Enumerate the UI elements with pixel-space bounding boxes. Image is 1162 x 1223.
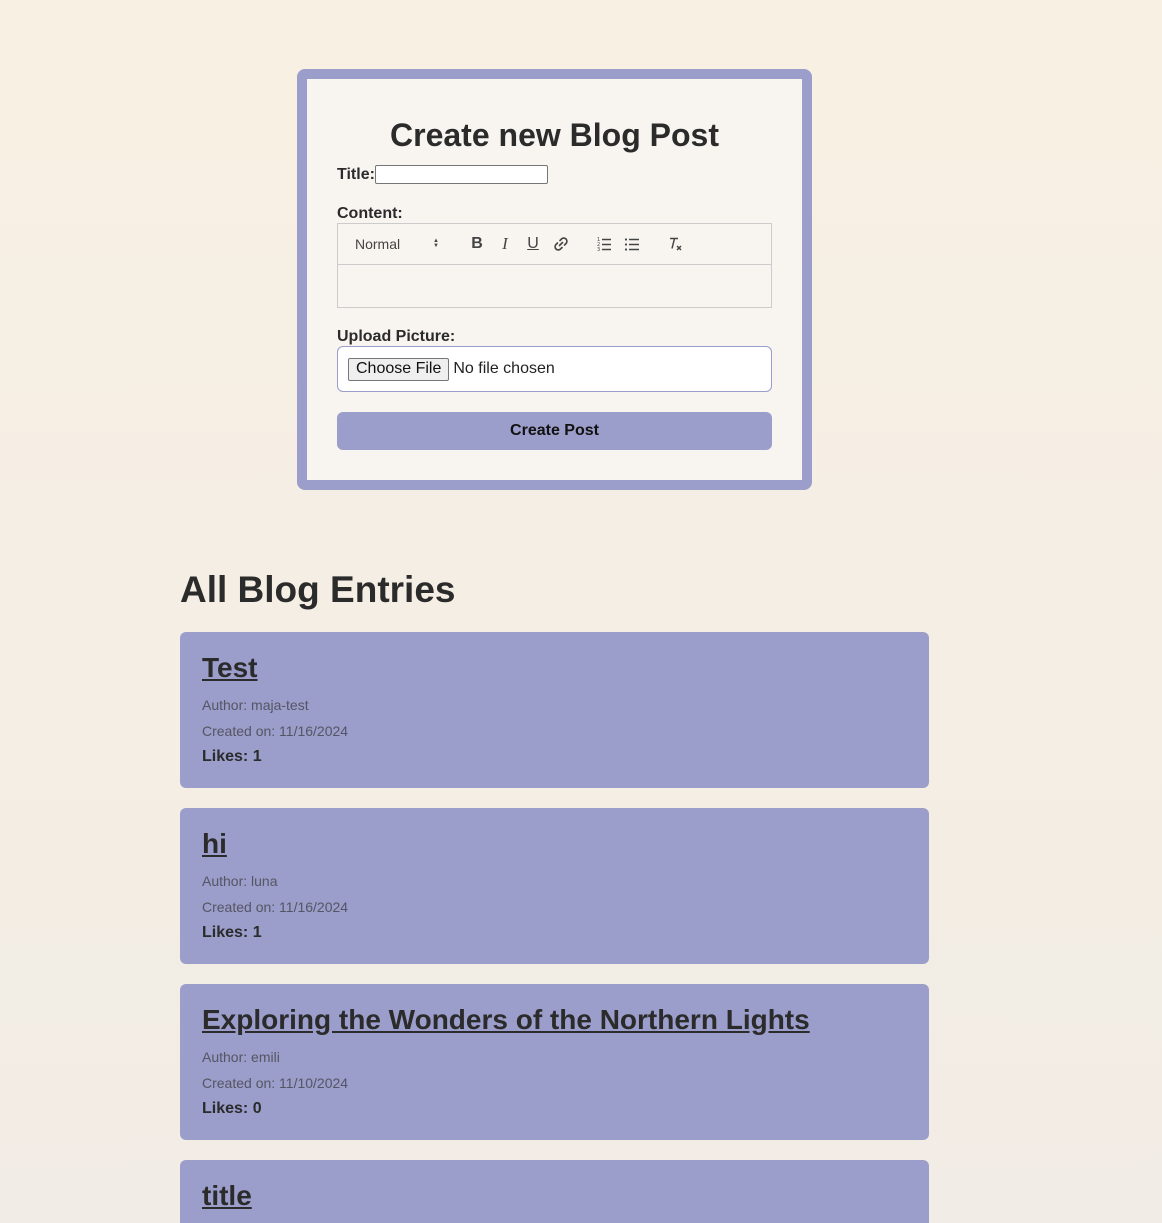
entry-created-date: Created on: 11/16/2024 [202, 899, 349, 915]
upload-label: Upload Picture: [337, 328, 456, 345]
entry-likes: Likes: 1 [202, 924, 262, 941]
underline-icon: U [527, 235, 539, 252]
title-row: Title: [337, 165, 548, 184]
underline-button[interactable]: U [519, 232, 547, 256]
format-select[interactable]: Normal ▲ ▼ [355, 236, 448, 252]
title-input[interactable] [374, 165, 548, 184]
entry-author: Author: maja-test [202, 697, 309, 713]
ordered-list-button[interactable]: 1 2 3 [590, 232, 618, 256]
choose-file-button[interactable]: Choose File [348, 357, 450, 381]
entry-likes: Likes: 0 [202, 1100, 262, 1117]
content-label: Content: [337, 205, 403, 222]
italic-button[interactable]: I [491, 232, 519, 256]
entry-title-link[interactable]: Exploring the Wonders of the Northern Li… [202, 1004, 810, 1036]
clear-format-button[interactable] [661, 232, 689, 256]
format-select-value: Normal [355, 236, 401, 252]
italic-icon: I [502, 234, 508, 253]
bold-icon: B [471, 235, 483, 252]
content-editor-area[interactable] [338, 265, 771, 307]
blog-entry-card: title [180, 1160, 929, 1223]
file-status-text: No file chosen [453, 360, 555, 377]
clear-format-icon [670, 237, 682, 251]
svg-text:3: 3 [597, 247, 600, 252]
form-heading: Create new Blog Post [390, 117, 719, 153]
bullet-list-icon [624, 238, 639, 251]
create-post-form: Create new Blog Post Title: Content: Nor… [297, 69, 812, 490]
blog-entry-card: Test Author: maja-test Created on: 11/16… [180, 632, 929, 788]
rich-text-editor: Normal ▲ ▼ B I U 1 2 3 [337, 223, 772, 308]
entry-author: Author: luna [202, 873, 278, 889]
link-button[interactable] [547, 232, 575, 256]
entry-created-date: Created on: 11/16/2024 [202, 723, 349, 739]
select-caret-icon: ▲ ▼ [433, 238, 439, 249]
entry-title-link[interactable]: title [202, 1180, 252, 1212]
bullet-list-button[interactable] [618, 232, 646, 256]
bold-button[interactable]: B [463, 232, 491, 256]
entry-title-link[interactable]: Test [202, 652, 258, 684]
entry-author: Author: emili [202, 1049, 280, 1065]
entry-likes: Likes: 1 [202, 748, 262, 765]
ordered-list-icon: 1 2 3 [597, 237, 611, 252]
blog-entry-card: hi Author: luna Created on: 11/16/2024 L… [180, 808, 929, 964]
entries-heading: All Blog Entries [180, 569, 456, 610]
editor-toolbar: Normal ▲ ▼ B I U 1 2 3 [338, 224, 771, 265]
create-post-button[interactable]: Create Post [337, 412, 772, 450]
entry-title-link[interactable]: hi [202, 828, 227, 860]
blog-entry-card: Exploring the Wonders of the Northern Li… [180, 984, 929, 1140]
title-label: Title: [337, 165, 375, 183]
file-upload-input[interactable]: Choose File No file chosen [337, 346, 772, 392]
link-icon [554, 237, 568, 251]
entry-created-date: Created on: 11/10/2024 [202, 1075, 349, 1091]
